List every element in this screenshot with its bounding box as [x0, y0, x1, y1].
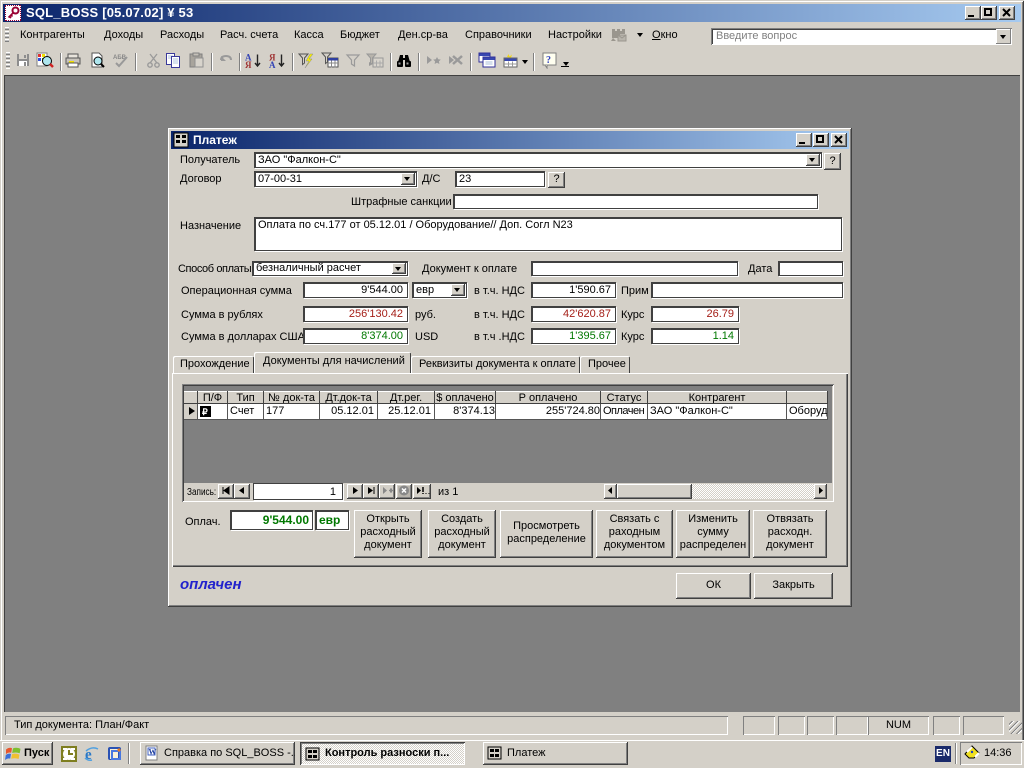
svg-text:W: W	[149, 748, 157, 757]
svg-text:А: А	[269, 60, 276, 69]
svg-text:Я: Я	[245, 60, 252, 69]
svg-text:?: ?	[546, 55, 551, 66]
